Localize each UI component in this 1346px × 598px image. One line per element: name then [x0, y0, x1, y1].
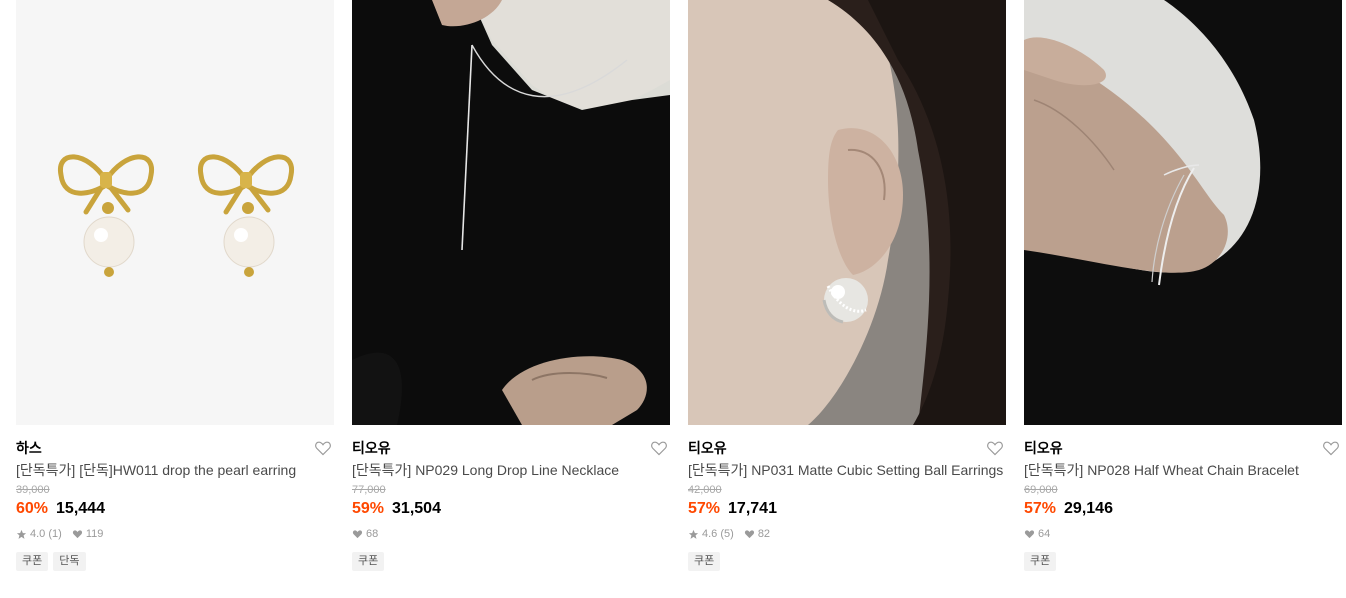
- brand-name[interactable]: 하스: [16, 438, 42, 458]
- product-title[interactable]: [단독특가] [단독]HW011 drop the pearl earring: [16, 461, 334, 479]
- brand-name[interactable]: 티오유: [688, 438, 727, 458]
- rating: 4.0: [30, 528, 46, 540]
- coupon-tag: 쿠폰: [352, 552, 385, 571]
- brand-name[interactable]: 티오유: [352, 438, 391, 458]
- sale-price: 17,741: [728, 500, 777, 517]
- product-image[interactable]: [1024, 0, 1342, 425]
- original-price: 69,000: [1024, 484, 1058, 496]
- product-image[interactable]: [16, 0, 334, 425]
- original-price: 77,000: [352, 484, 386, 496]
- model-wearing-long-drop-necklace-image: [352, 0, 670, 425]
- heart-filled-icon: [744, 529, 755, 539]
- heart-icon[interactable]: [313, 438, 333, 458]
- like-count: 68: [366, 528, 379, 540]
- heart-filled-icon: [1024, 529, 1035, 539]
- sale-price: 29,146: [1064, 500, 1113, 517]
- heart-icon[interactable]: [1321, 438, 1341, 458]
- product-card[interactable]: 티오유 [단독특가] NP029 Long Drop Line Necklace…: [352, 0, 670, 571]
- sale-price: 31,504: [392, 500, 441, 517]
- product-card[interactable]: 티오유 [단독특가] NP031 Matte Cubic Setting Bal…: [688, 0, 1006, 571]
- discount-rate: 57%: [688, 500, 721, 517]
- product-grid: 하스 [단독특가] [단독]HW011 drop the pearl earri…: [16, 0, 1342, 571]
- product-card[interactable]: 티오유 [단독특가] NP028 Half Wheat Chain Bracel…: [1024, 0, 1342, 571]
- star-icon: [16, 529, 27, 540]
- gold-bow-pearl-earrings-image: [16, 0, 334, 425]
- coupon-tag: 쿠폰: [16, 552, 49, 571]
- discount-rate: 59%: [352, 500, 385, 517]
- product-title[interactable]: [단독특가] NP028 Half Wheat Chain Bracelet: [1024, 461, 1342, 479]
- heart-icon[interactable]: [985, 438, 1005, 458]
- rating: 4.6: [702, 528, 718, 540]
- review-count: (1): [48, 528, 62, 540]
- like-count: 64: [1038, 528, 1051, 540]
- product-title[interactable]: [단독특가] NP029 Long Drop Line Necklace: [352, 461, 670, 479]
- like-count: 82: [757, 528, 771, 540]
- exclusive-tag: 단독: [53, 552, 86, 571]
- original-price: 42,000: [688, 484, 722, 496]
- original-price: 39,000: [16, 484, 50, 496]
- like-count: 119: [85, 528, 104, 540]
- product-card[interactable]: 하스 [단독특가] [단독]HW011 drop the pearl earri…: [16, 0, 334, 571]
- product-image[interactable]: [352, 0, 670, 425]
- model-wrist-chain-bracelet-image: [1024, 0, 1342, 425]
- discount-rate: 60%: [16, 500, 49, 517]
- coupon-tag: 쿠폰: [1024, 552, 1057, 571]
- sale-price: 15,444: [56, 500, 105, 517]
- heart-filled-icon: [352, 529, 363, 539]
- star-icon: [688, 529, 699, 540]
- product-title[interactable]: [단독특가] NP031 Matte Cubic Setting Ball Ea…: [688, 461, 1006, 479]
- discount-rate: 57%: [1024, 500, 1057, 517]
- model-ear-ball-earring-image: [688, 0, 1006, 425]
- heart-icon[interactable]: [649, 438, 669, 458]
- brand-name[interactable]: 티오유: [1024, 438, 1063, 458]
- heart-filled-icon: [72, 529, 83, 539]
- review-count: (5): [720, 528, 734, 540]
- coupon-tag: 쿠폰: [688, 552, 721, 571]
- product-image[interactable]: [688, 0, 1006, 425]
